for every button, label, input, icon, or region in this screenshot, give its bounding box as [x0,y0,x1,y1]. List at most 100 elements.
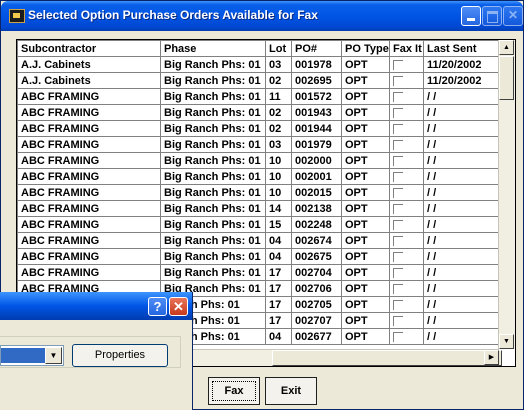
printer-select[interactable]: ▼ [0,345,64,366]
title-bar[interactable]: Selected Option Purchase Orders Availabl… [1,1,523,31]
horizontal-scroll-thumb[interactable] [272,350,502,366]
table-cell: 002695 [291,72,342,89]
help-button[interactable]: ? [148,297,167,316]
column-header[interactable]: PO Type [341,40,390,57]
dialog-close-button[interactable]: ✕ [169,297,188,316]
vertical-scrollbar[interactable]: ▲ ▼ [498,40,515,349]
fax-it-checkbox[interactable] [393,139,403,150]
table-cell: Big Ranch Phs: 01 [160,152,266,169]
table-cell: ABC FRAMING [17,184,161,201]
fax-it-checkbox[interactable] [393,203,403,214]
fax-it-checkbox-cell[interactable] [389,200,424,217]
maximize-button[interactable] [482,6,502,26]
table-cell: 17 [265,312,292,329]
fax-it-checkbox[interactable] [393,123,403,134]
table-row[interactable]: ABC FRAMING Big Ranch Phs: 01 17 002704 OPT /… [17,264,504,281]
scroll-right-button[interactable]: ▶ [484,350,499,365]
fax-it-checkbox-cell[interactable] [389,216,424,233]
table-cell: / / [423,104,504,121]
table-cell: 14 [265,200,292,217]
table-row[interactable]: ABC FRAMING Big Ranch Phs: 01 04 002674 OPT /… [17,232,504,249]
fax-it-checkbox-cell[interactable] [389,248,424,265]
table-row[interactable]: A.J. Cabinets Big Ranch Phs: 01 03 001978 OP… [17,56,504,73]
fax-it-checkbox-cell[interactable] [389,152,424,169]
table-cell: ABC FRAMING [17,232,161,249]
table-cell: 002705 [291,296,342,313]
fax-button[interactable]: Fax [208,377,260,405]
fax-it-checkbox-cell[interactable] [389,136,424,153]
close-button[interactable] [503,6,523,26]
table-cell: 10 [265,152,292,169]
table-cell: 001572 [291,88,342,105]
table-row[interactable]: ABC FRAMING Big Ranch Phs: 01 11 001572 OPT /… [17,88,504,105]
table-row[interactable]: ABC FRAMING Big Ranch Phs: 01 10 002015 OPT /… [17,184,504,201]
scroll-down-button[interactable]: ▼ [499,334,514,349]
fax-it-checkbox[interactable] [393,315,403,326]
properties-button[interactable]: Properties [72,344,168,367]
fax-it-checkbox-cell[interactable] [389,312,424,329]
vertical-scroll-thumb[interactable] [499,56,514,100]
table-cell: 002707 [291,312,342,329]
fax-it-checkbox-cell[interactable] [389,232,424,249]
fax-it-checkbox-cell[interactable] [389,104,424,121]
table-row[interactable]: ABC FRAMING Big Ranch Phs: 01 10 002001 OPT /… [17,168,504,185]
scroll-up-button[interactable]: ▲ [499,40,514,55]
table-cell: 002704 [291,264,342,281]
column-header[interactable]: PO# [291,40,342,57]
fax-it-checkbox[interactable] [393,235,403,246]
fax-it-checkbox-cell[interactable] [389,328,424,345]
fax-it-checkbox-cell[interactable] [389,88,424,105]
fax-it-checkbox[interactable] [393,107,403,118]
table-row[interactable]: ABC FRAMING Big Ranch Phs: 01 02 001944 OPT /… [17,120,504,137]
fax-it-checkbox[interactable] [393,267,403,278]
table-row[interactable]: ABC FRAMING Big Ranch Phs: 01 14 002138 OPT /… [17,200,504,217]
fax-it-checkbox-cell[interactable] [389,72,424,89]
chevron-down-icon[interactable]: ▼ [45,347,62,364]
column-header[interactable]: Fax It [389,40,424,57]
fax-it-checkbox-cell[interactable] [389,168,424,185]
fax-it-checkbox-cell[interactable] [389,56,424,73]
table-cell: OPT [341,184,390,201]
column-header[interactable]: Subcontractor [17,40,161,57]
table-row[interactable]: ABC FRAMING Big Ranch Phs: 01 10 002000 OPT /… [17,152,504,169]
table-row[interactable]: ABC FRAMING Big Ranch Phs: 01 02 001943 OPT /… [17,104,504,121]
fax-it-checkbox[interactable] [393,155,403,166]
table-cell: OPT [341,104,390,121]
table-cell: Big Ranch Phs: 01 [160,88,266,105]
fax-it-checkbox-cell[interactable] [389,280,424,297]
fax-it-checkbox[interactable] [393,59,403,70]
minimize-button[interactable] [461,6,481,26]
fax-it-checkbox[interactable] [393,187,403,198]
column-header[interactable]: Phase [160,40,266,57]
table-cell: ABC FRAMING [17,248,161,265]
table-cell: 15 [265,216,292,233]
dialog-title-bar[interactable]: ? ✕ [0,292,192,320]
fax-it-checkbox[interactable] [393,283,403,294]
fax-it-checkbox[interactable] [393,171,403,182]
fax-it-checkbox[interactable] [393,331,403,342]
table-cell: 002706 [291,280,342,297]
table-cell: Big Ranch Phs: 01 [160,120,266,137]
table-row[interactable]: ABC FRAMING Big Ranch Phs: 01 15 002248 OPT /… [17,216,504,233]
fax-it-checkbox[interactable] [393,91,403,102]
column-header[interactable]: Last Sent [423,40,504,57]
table-row[interactable]: ABC FRAMING Big Ranch Phs: 01 03 001979 OPT /… [17,136,504,153]
exit-button[interactable]: Exit [265,377,317,405]
fax-it-checkbox[interactable] [393,299,403,310]
table-cell: / / [423,328,504,345]
fax-it-checkbox[interactable] [393,219,403,230]
fax-it-checkbox-cell[interactable] [389,120,424,137]
table-cell: 04 [265,248,292,265]
table-cell: 04 [265,328,292,345]
fax-it-checkbox[interactable] [393,75,403,86]
fax-it-checkbox[interactable] [393,251,403,262]
fax-it-checkbox-cell[interactable] [389,296,424,313]
table-cell: Big Ranch Phs: 01 [160,248,266,265]
fax-it-checkbox-cell[interactable] [389,184,424,201]
fax-it-checkbox-cell[interactable] [389,264,424,281]
table-cell: 001979 [291,136,342,153]
table-cell: / / [423,216,504,233]
column-header[interactable]: Lot [265,40,292,57]
table-row[interactable]: A.J. Cabinets Big Ranch Phs: 01 02 002695 OP… [17,72,504,89]
table-row[interactable]: ABC FRAMING Big Ranch Phs: 01 04 002675 OPT /… [17,248,504,265]
